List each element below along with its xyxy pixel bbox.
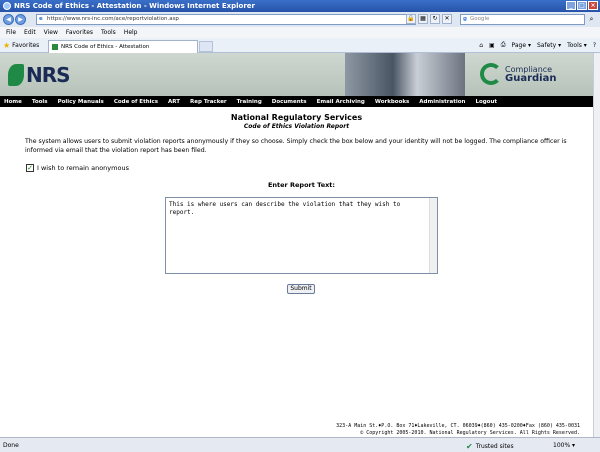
url-input[interactable]: https://www.nrs-inc.com/ace/reportviolat… [36,14,416,25]
menu-bar: File Edit View Favorites Tools Help [0,27,600,38]
minimize-button[interactable]: _ [566,1,576,10]
footer-copyright: © Copyright 2005-2010. National Regulato… [360,430,580,436]
menu-favorites[interactable]: Favorites [66,29,93,36]
page-title: National Regulatory Services [230,113,363,122]
check-icon: ✔ [466,442,473,451]
favorites-button[interactable]: ★ Favorites [3,41,39,50]
menu-view[interactable]: View [44,29,58,36]
security-zone[interactable]: ✔ Trusted sites [466,442,514,451]
refresh-icon[interactable]: ↻ [430,14,440,24]
nav-documents[interactable]: Documents [272,99,307,105]
nav-email-archiving[interactable]: Email Archiving [317,99,365,105]
report-scrollbar[interactable] [429,198,437,273]
footer-address: 323-A Main St.♦P.O. Box 71♦Lakeville, CT… [336,423,580,429]
nav-logout[interactable]: Logout [475,99,497,105]
browser-tab[interactable]: NRS Code of Ethics - Attestation [48,40,198,53]
status-bar: Done ✔ Trusted sites 100% ▾ [0,437,600,452]
favorites-label: Favorites [12,42,40,49]
window-title-bar: NRS Code of Ethics - Attestation - Windo… [0,0,600,12]
anonymous-option[interactable]: ✓ I wish to remain anonymous [26,164,129,172]
address-icons: 🔒 ▦ ↻ ✕ [406,14,452,24]
anonymous-checkbox[interactable]: ✓ [26,164,34,172]
tools-menu[interactable]: Tools ▾ [567,42,587,49]
nav-code-of-ethics[interactable]: Code of Ethics [114,99,158,105]
zone-label: Trusted sites [475,443,514,450]
forward-icon[interactable]: ▶ [15,14,26,25]
safety-menu[interactable]: Safety ▾ [537,42,561,49]
page-subtitle: Code of Ethics Violation Report [243,123,350,130]
guardian-g-icon [480,63,502,85]
search-icon[interactable]: ⌕ [586,14,597,25]
print-icon[interactable]: ⎙ [501,41,506,49]
menu-tools[interactable]: Tools [101,29,116,36]
site-nav: Home Tools Policy Manuals Code of Ethics… [0,96,593,107]
menu-edit[interactable]: Edit [24,29,36,36]
nrs-logo-text: NRS [26,63,71,87]
back-icon[interactable]: ◀ [3,14,14,25]
close-button[interactable]: × [588,1,598,10]
search-input[interactable]: Google [460,14,585,25]
status-text: Done [3,442,19,449]
page-scrollbar[interactable] [593,53,600,437]
nrs-swoosh-icon [8,64,24,86]
nav-administration[interactable]: Administration [419,99,465,105]
maximize-button[interactable]: □ [577,1,587,10]
feeds-icon[interactable]: ▣ [489,42,495,49]
report-label: Enter Report Text: [267,181,336,189]
banner-photo [345,53,465,96]
page-menu[interactable]: Page ▾ [512,42,531,49]
menu-help[interactable]: Help [124,29,138,36]
site-banner: NRS Compliance Guardian [0,53,593,96]
ie-icon [3,2,11,10]
product-line2: Guardian [505,73,557,84]
window-controls: _ □ × [566,1,598,10]
home-icon[interactable]: ⌂ [479,42,483,49]
page-content: NRS Compliance Guardian Home Tools Polic… [0,53,593,437]
submit-button[interactable]: Submit [287,284,315,294]
star-icon: ★ [3,41,11,50]
nav-workbooks[interactable]: Workbooks [375,99,409,105]
compat-view-icon[interactable]: ▦ [418,14,428,24]
nav-art[interactable]: ART [168,99,180,105]
nav-rep-tracker[interactable]: Rep Tracker [190,99,227,105]
menu-file[interactable]: File [6,29,16,36]
lock-icon[interactable]: 🔒 [406,14,416,24]
intro-text: The system allows users to submit violat… [25,138,567,154]
favorites-bar: ★ Favorites NRS Code of Ethics - Attesta… [0,38,600,53]
nrs-logo[interactable]: NRS [8,63,71,87]
nav-tools[interactable]: Tools [32,99,48,105]
command-bar: ⌂ ▣ ⎙ Page ▾ Safety ▾ Tools ▾ ? [479,41,596,49]
page-footer: 323-A Main St.♦P.O. Box 71♦Lakeville, CT… [336,423,580,437]
help-icon[interactable]: ? [593,42,596,49]
stop-icon[interactable]: ✕ [442,14,452,24]
window-title: NRS Code of Ethics - Attestation - Windo… [14,2,255,10]
anonymous-label: I wish to remain anonymous [37,164,129,172]
zoom-level[interactable]: 100% ▾ [553,442,575,449]
compliance-guardian-logo: Compliance Guardian [480,63,556,85]
address-bar: ◀ ▶ https://www.nrs-inc.com/ace/reportvi… [0,12,600,27]
nav-policy-manuals[interactable]: Policy Manuals [58,99,104,105]
report-textarea[interactable]: This is where users can describe the vio… [165,197,438,274]
nav-training[interactable]: Training [237,99,262,105]
nav-home[interactable]: Home [4,99,22,105]
new-tab-button[interactable] [199,41,213,52]
